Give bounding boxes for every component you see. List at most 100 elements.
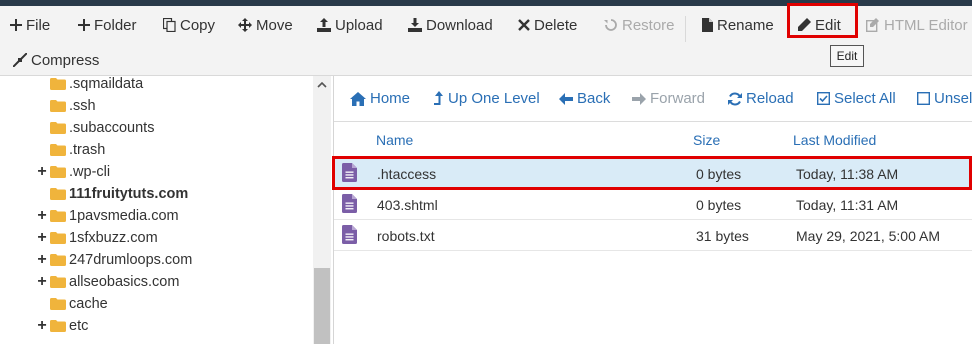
- tree-item-label: etc: [69, 318, 89, 334]
- home-icon: [350, 91, 366, 106]
- expand-plus-icon[interactable]: +: [36, 251, 48, 269]
- toolbar-divider: [685, 16, 686, 42]
- file-size: 31 bytes: [696, 228, 749, 244]
- document-icon: [702, 18, 713, 32]
- tree-item[interactable]: +247drumloops.com: [36, 249, 192, 271]
- navigation-bar: Home Up One Level Back Forward Reload Se…: [334, 76, 972, 122]
- tree-item-label: cache: [69, 296, 108, 312]
- home-button-label: Home: [370, 90, 411, 107]
- tree-item[interactable]: +1sfxbuzz.com: [36, 227, 158, 249]
- file-row[interactable]: 403.shtml 0 bytes Today, 11:31 AM: [334, 189, 972, 220]
- tree-item[interactable]: +1pavsmedia.com: [36, 205, 179, 227]
- folder-icon: [50, 166, 66, 178]
- move-button[interactable]: Move: [238, 14, 293, 36]
- rename-button-label: Rename: [717, 16, 774, 34]
- plus-icon: [10, 19, 22, 31]
- tree-item-label: 111fruitytuts.com: [69, 186, 189, 202]
- folder-icon: [50, 276, 66, 288]
- tree-item-label: allseobasics.com: [69, 274, 180, 290]
- close-x-icon: [518, 19, 530, 31]
- copy-button[interactable]: Copy: [163, 14, 215, 36]
- arrow-right-icon: [632, 92, 646, 105]
- reload-icon: [728, 92, 742, 105]
- restore-button[interactable]: Restore: [604, 14, 675, 36]
- reload-button[interactable]: Reload: [728, 90, 794, 107]
- home-button[interactable]: Home: [350, 90, 410, 107]
- tree-item[interactable]: + .wp-cli: [36, 161, 110, 183]
- htaccess-row-highlight-box: [332, 156, 972, 190]
- column-header-last-modified[interactable]: Last Modified: [793, 132, 876, 148]
- expand-plus-icon[interactable]: +: [36, 273, 48, 291]
- download-button[interactable]: Download: [408, 14, 493, 36]
- plus-icon: [78, 19, 90, 31]
- move-arrows-icon: [238, 18, 252, 32]
- column-header-size[interactable]: Size: [693, 132, 720, 148]
- restore-button-label: Restore: [622, 16, 675, 34]
- expand-plus-icon[interactable]: +: [36, 163, 48, 181]
- move-button-label: Move: [256, 16, 293, 34]
- text-file-icon: [342, 194, 357, 216]
- tree-item[interactable]: .sqmaildata: [36, 76, 143, 95]
- folder-icon: [50, 232, 66, 244]
- scrollbar-thumb[interactable]: [314, 268, 330, 344]
- folder-icon: [50, 298, 66, 310]
- file-row[interactable]: robots.txt 31 bytes May 29, 2021, 5:00 AM: [334, 220, 972, 251]
- folder-icon: [50, 188, 66, 200]
- unselect-all-label: Unsele: [934, 90, 972, 107]
- html-editor-button-label: HTML Editor: [884, 16, 968, 34]
- file-last-modified: May 29, 2021, 5:00 AM: [796, 228, 940, 244]
- file-list-pane: Home Up One Level Back Forward Reload Se…: [333, 76, 972, 344]
- tree-item-label: .wp-cli: [69, 164, 111, 180]
- rename-button[interactable]: Rename: [702, 14, 774, 36]
- forward-button[interactable]: Forward: [632, 90, 705, 107]
- html-editor-button[interactable]: HTML Editor: [866, 14, 968, 36]
- restore-icon: [604, 19, 617, 31]
- download-icon: [408, 18, 422, 32]
- tree-item-label: 1sfxbuzz.com: [69, 230, 158, 246]
- tree-item-label: 1pavsmedia.com: [69, 208, 179, 224]
- tree-item[interactable]: + etc: [36, 315, 88, 337]
- folder-icon: [50, 210, 66, 222]
- tree-item-label: .trash: [69, 142, 106, 158]
- file-name: robots.txt: [377, 228, 435, 244]
- back-button-label: Back: [577, 90, 611, 107]
- tree-item[interactable]: cache: [36, 293, 108, 315]
- compress-icon: [13, 53, 27, 67]
- new-file-button[interactable]: File: [10, 14, 50, 36]
- tree-item-label: .subaccounts: [69, 120, 155, 136]
- tree-item[interactable]: + allseobasics.com: [36, 271, 179, 293]
- file-size: 0 bytes: [696, 197, 742, 213]
- select-all-button[interactable]: Select All: [817, 90, 896, 107]
- file-name: 403.shtml: [377, 197, 438, 213]
- forward-button-label: Forward: [650, 90, 706, 107]
- column-header-name[interactable]: Name: [376, 132, 413, 148]
- back-button[interactable]: Back: [559, 90, 610, 107]
- upload-button-label: Upload: [335, 16, 383, 34]
- tree-item[interactable]: .trash: [36, 139, 105, 161]
- compress-button[interactable]: Compress: [13, 49, 99, 71]
- copy-icon: [163, 18, 176, 32]
- folder-icon: [50, 78, 66, 90]
- arrow-left-icon: [559, 92, 573, 105]
- select-all-label: Select All: [834, 90, 896, 107]
- scroll-up-arrow-icon[interactable]: [313, 76, 331, 94]
- expand-plus-icon[interactable]: +: [36, 317, 48, 335]
- upload-button[interactable]: Upload: [317, 14, 383, 36]
- expand-plus-icon[interactable]: +: [36, 207, 48, 225]
- tree-item[interactable]: .subaccounts: [36, 117, 154, 139]
- new-folder-button[interactable]: Folder: [78, 14, 137, 36]
- folder-icon: [50, 144, 66, 156]
- folder-icon: [50, 122, 66, 134]
- tree-item[interactable]: .ssh: [36, 95, 96, 117]
- expand-plus-icon[interactable]: +: [36, 229, 48, 247]
- delete-button[interactable]: Delete: [518, 14, 577, 36]
- file-last-modified: Today, 11:31 AM: [796, 197, 899, 213]
- text-file-icon: [342, 225, 357, 247]
- folder-tree: .sqmaildata .ssh .subaccounts .trash + .wp-cl…: [0, 76, 313, 344]
- tree-item[interactable]: 111fruitytuts.com: [36, 183, 188, 205]
- tree-item-label: .sqmaildata: [69, 76, 144, 92]
- up-one-level-button[interactable]: Up One Level: [434, 90, 540, 107]
- tree-scrollbar[interactable]: [313, 76, 331, 344]
- folder-button-label: Folder: [94, 16, 137, 34]
- unselect-all-button[interactable]: Unsele: [917, 90, 972, 107]
